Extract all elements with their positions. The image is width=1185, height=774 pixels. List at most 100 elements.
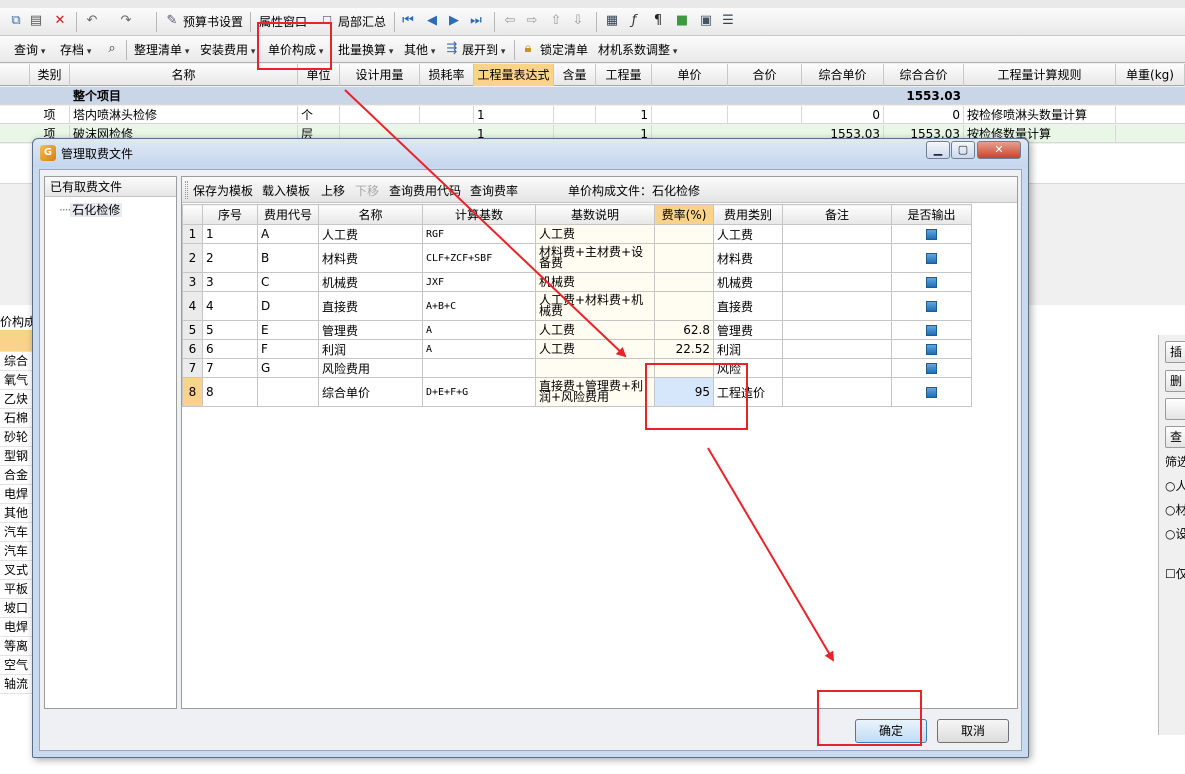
cell-base-desc[interactable]: 材料费+主材费+设备费 <box>535 243 655 273</box>
row-number[interactable]: 4 <box>182 291 203 321</box>
list-icon[interactable]: ☰ <box>720 13 736 29</box>
list-item[interactable]: 电焊 <box>0 618 35 637</box>
cell-seq[interactable]: 1 <box>202 224 258 244</box>
list-item[interactable]: 型钢 <box>0 447 35 466</box>
col-unit[interactable]: 单位 <box>298 64 340 86</box>
col-content[interactable]: 含量 <box>554 64 596 86</box>
col-price[interactable]: 单价 <box>652 64 728 86</box>
table-row[interactable]: 1 1 A 人工费 RGF 人工费 人工费 <box>182 224 972 244</box>
list-item[interactable]: 综合 <box>0 352 35 371</box>
cell-code[interactable]: A <box>257 224 319 244</box>
output-checkbox[interactable] <box>926 277 937 288</box>
binoculars-icon[interactable]: ⌕ <box>104 41 120 57</box>
table-row[interactable]: 4 4 D 直接费 A+B+C 人工费+材料费+机械费 直接费 <box>182 291 972 321</box>
cell-base-desc[interactable]: 人工费 <box>535 320 655 340</box>
cell-seq[interactable]: 8 <box>202 377 258 407</box>
insert-button[interactable]: 插 <box>1165 341 1185 363</box>
table-row[interactable]: 5 5 E 管理费 A 人工费 62.8 管理费 <box>182 320 972 340</box>
maximize-icon[interactable]: ▢ <box>951 141 975 159</box>
query-menu[interactable]: 查询 <box>14 40 45 60</box>
output-checkbox[interactable] <box>926 253 937 264</box>
local-summary-button[interactable]: 局部汇总 <box>338 12 386 32</box>
cell-base-desc[interactable]: 直接费+管理费+利润+风险费用 <box>535 377 655 407</box>
cell-name[interactable]: 风险费用 <box>318 358 423 378</box>
col-base[interactable]: 计算基数 <box>422 204 536 225</box>
first-icon[interactable]: ⏮ <box>400 13 416 29</box>
list-item[interactable]: 坡口 <box>0 599 35 618</box>
cell-rate[interactable]: 95 <box>654 377 714 407</box>
cell-code[interactable]: G <box>257 358 319 378</box>
cell-base[interactable]: JXF <box>422 272 536 292</box>
cell-category[interactable]: 材料费 <box>713 243 783 273</box>
cell-category[interactable]: 利润 <box>713 339 783 359</box>
cell-seq[interactable]: 4 <box>202 291 258 321</box>
cell-base-desc[interactable] <box>535 358 655 378</box>
cell-name[interactable]: 人工费 <box>318 224 423 244</box>
organize-list-menu[interactable]: 整理清单 <box>134 40 189 60</box>
next-icon[interactable]: ▶ <box>446 13 462 29</box>
ok-button[interactable]: 确定 <box>855 719 927 743</box>
output-checkbox[interactable] <box>926 344 937 355</box>
list-item[interactable]: 氧气 <box>0 371 35 390</box>
radio-material[interactable]: ○材 <box>1165 501 1185 518</box>
paragraph-icon[interactable]: ¶ <box>650 13 666 29</box>
query-button[interactable]: 查 <box>1165 426 1185 448</box>
down-arrow-icon[interactable]: ⇩ <box>570 13 586 29</box>
row-number[interactable]: 2 <box>182 243 203 273</box>
cell-category[interactable]: 工程造价 <box>713 377 783 407</box>
list-item[interactable]: 合金 <box>0 466 35 485</box>
col-note[interactable]: 备注 <box>782 204 892 225</box>
cell-code[interactable]: F <box>257 339 319 359</box>
col-base-desc[interactable]: 基数说明 <box>535 204 655 225</box>
cell-base[interactable]: A <box>422 320 536 340</box>
col-name[interactable]: 名称 <box>318 204 423 225</box>
cell-category[interactable]: 机械费 <box>713 272 783 292</box>
output-checkbox[interactable] <box>926 387 937 398</box>
cell-rate[interactable]: 22.52 <box>654 339 714 359</box>
list-item[interactable]: 其他 <box>0 504 35 523</box>
row-number[interactable]: 5 <box>182 320 203 340</box>
col-qty[interactable]: 工程量 <box>596 64 652 86</box>
last-icon[interactable]: ⏭ <box>468 13 484 29</box>
redo-icon[interactable]: ↷ <box>118 13 134 29</box>
cell-rate[interactable]: 62.8 <box>654 320 714 340</box>
cell-rate[interactable] <box>654 358 714 378</box>
cell-seq[interactable]: 2 <box>202 243 258 273</box>
row-number[interactable]: 6 <box>182 339 203 359</box>
cell-name[interactable]: 利润 <box>318 339 423 359</box>
cell-note[interactable] <box>782 358 892 378</box>
cancel-button[interactable]: 取消 <box>937 719 1009 743</box>
col-unit-total[interactable]: 综合单价 <box>802 64 884 86</box>
other-menu[interactable]: 其他 <box>404 40 435 60</box>
cell-note[interactable] <box>782 272 892 292</box>
cell-base[interactable]: CLF+ZCF+SBF <box>422 243 536 273</box>
col-total[interactable]: 综合合价 <box>884 64 964 86</box>
cell-rate[interactable] <box>654 243 714 273</box>
col-design[interactable]: 设计用量 <box>340 64 420 86</box>
radio-equipment[interactable]: ○设 <box>1165 525 1185 542</box>
checkbox-icon[interactable]: ☐ <box>319 13 335 29</box>
table-row[interactable]: 3 3 C 机械费 JXF 机械费 机械费 <box>182 272 972 292</box>
cell-code[interactable] <box>257 377 319 407</box>
table-row-summary[interactable]: 整个项目 1553.03 <box>0 87 1185 105</box>
list-item[interactable]: 汽车 <box>0 523 35 542</box>
unit-price-composition-menu[interactable]: 单价构成 <box>268 40 323 60</box>
row-number[interactable]: 1 <box>182 224 203 244</box>
table-row[interactable]: 7 7 G 风险费用 风险 <box>182 358 972 378</box>
delete-icon[interactable]: ✕ <box>52 13 68 29</box>
up-arrow-icon[interactable]: ⇧ <box>548 13 564 29</box>
lower-tab[interactable]: 价构成 <box>0 312 36 332</box>
cell-name[interactable]: 材料费 <box>318 243 423 273</box>
col-name[interactable]: 名称 <box>70 64 298 86</box>
output-checkbox[interactable] <box>926 325 937 336</box>
cell-seq[interactable]: 7 <box>202 358 258 378</box>
list-item[interactable]: 空气 <box>0 656 35 675</box>
cell-seq[interactable]: 5 <box>202 320 258 340</box>
list-item[interactable]: 乙炔 <box>0 390 35 409</box>
right-arrow-icon[interactable]: ⇨ <box>524 13 540 29</box>
cell-code[interactable]: D <box>257 291 319 321</box>
table-row[interactable]: 6 6 F 利润 A 人工费 22.52 利润 <box>182 339 972 359</box>
lock-list-button[interactable]: 锁定清单 <box>540 40 588 60</box>
col-weight[interactable]: 单重(kg) <box>1116 64 1185 86</box>
col-loss[interactable]: 损耗率 <box>420 64 474 86</box>
